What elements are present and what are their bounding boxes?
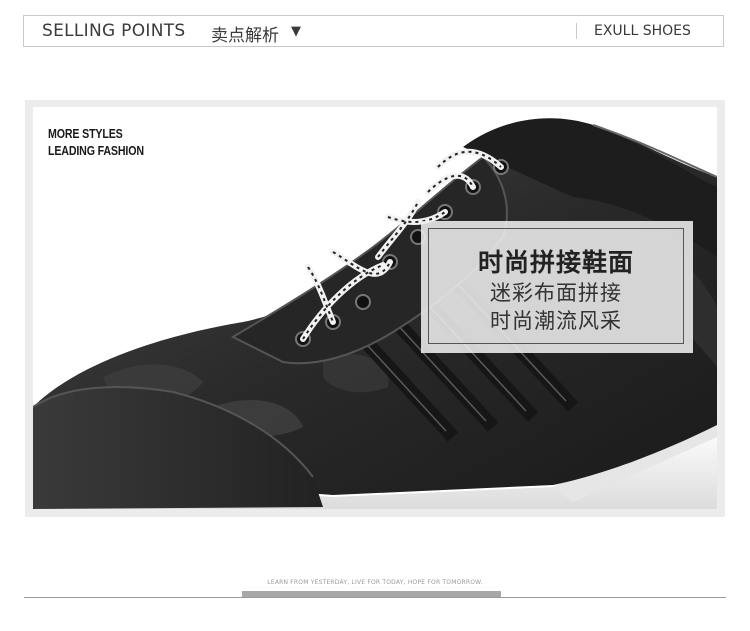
feature-line-2: 时尚潮流风采	[490, 309, 622, 333]
section-header: SELLING POINTS 卖点解析 ▼ EXULL SHOES	[23, 15, 724, 47]
slogan-line-1: MORE STYLES	[48, 126, 123, 141]
feature-callout: 时尚拼接鞋面 迷彩布面拼接 时尚潮流风采	[421, 221, 693, 353]
footer-divider	[24, 597, 726, 598]
feature-heading: 时尚拼接鞋面	[477, 248, 634, 277]
slogan-line-2: LEADING FASHION	[48, 143, 144, 158]
feature-line-1: 迷彩布面拼接	[490, 281, 622, 305]
brand-name: EXULL SHOES	[594, 23, 691, 39]
section-title-en: SELLING POINTS	[42, 21, 186, 41]
slogan: MORE STYLES LEADING FASHION	[48, 125, 144, 159]
chevron-down-icon: ▼	[291, 24, 301, 39]
footer-tagline: LEARN FROM YESTERDAY, LIVE FOR TODAY, HO…	[267, 579, 483, 586]
feature-callout-border: 时尚拼接鞋面 迷彩布面拼接 时尚潮流风采	[428, 228, 684, 344]
header-divider	[576, 23, 577, 39]
section-title-cn: 卖点解析	[211, 26, 279, 46]
